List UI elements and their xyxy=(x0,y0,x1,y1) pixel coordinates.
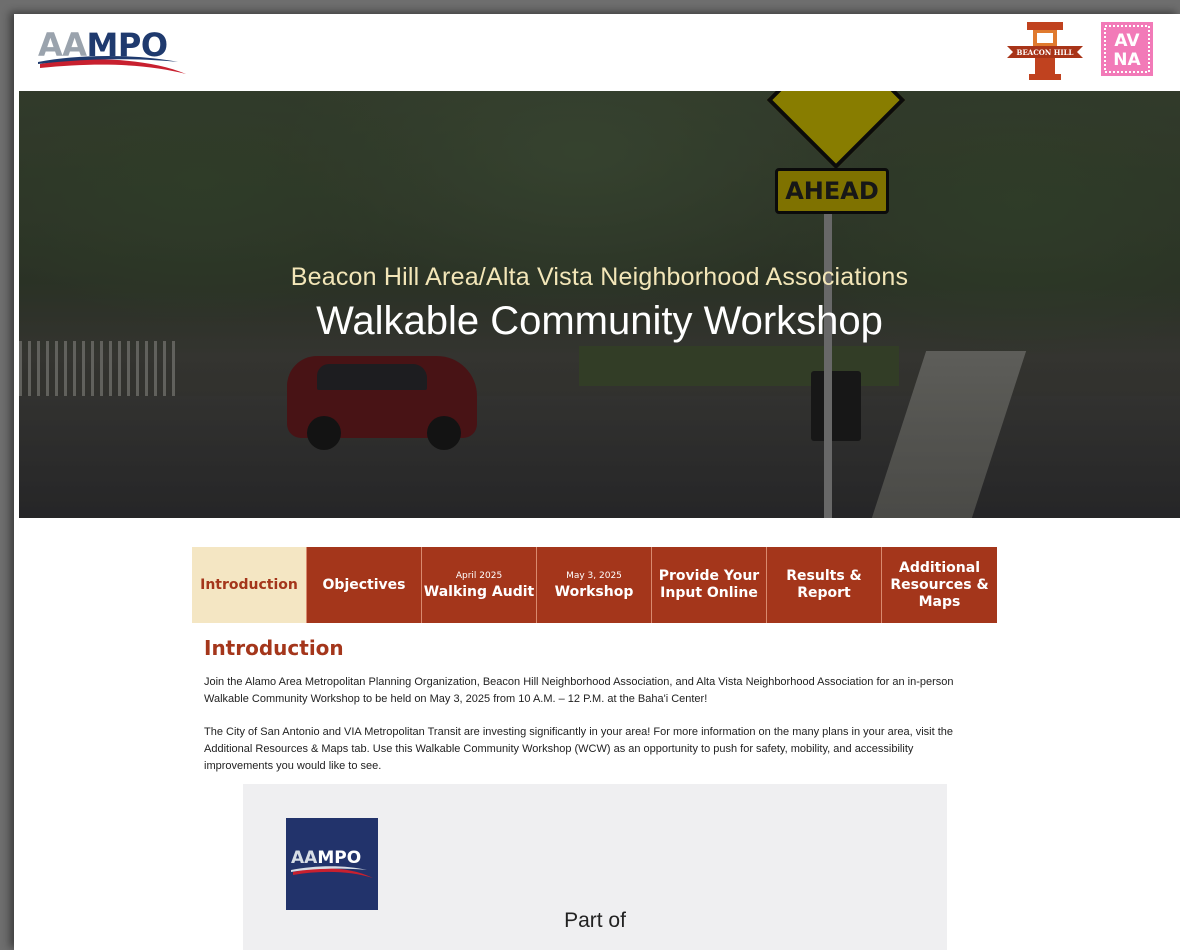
tab-introduction[interactable]: Introduction xyxy=(192,547,307,623)
tab-label: Objectives xyxy=(322,576,406,593)
aampo-swoosh-icon xyxy=(38,56,186,74)
part-of-card: AAMPO Part of xyxy=(243,784,947,950)
aampo-card-swoosh-icon xyxy=(291,866,373,878)
beacon-hill-logo[interactable]: BEACON HILL xyxy=(1005,20,1085,82)
tab-date: May 3, 2025 xyxy=(566,570,622,581)
avna-logo-line2: NA xyxy=(1113,50,1141,70)
beacon-hill-emblem-icon: BEACON HILL xyxy=(1007,22,1083,80)
tab-label: Provide Your Input Online xyxy=(658,568,760,601)
avna-papel-picado-icon: AV NA xyxy=(1101,22,1153,76)
tab-workshop[interactable]: May 3, 2025 Workshop xyxy=(537,547,652,623)
section-heading: Introduction xyxy=(204,636,344,660)
tab-additional-resources-maps[interactable]: Additional Resources & Maps xyxy=(882,547,997,623)
tab-label: Walking Audit xyxy=(423,583,535,600)
section-tabs: Introduction Objectives April 2025 Walki… xyxy=(192,547,998,623)
aampo-card-logo[interactable]: AAMPO xyxy=(286,818,378,910)
tab-provide-input-online[interactable]: Provide Your Input Online xyxy=(652,547,767,623)
tab-label: Workshop xyxy=(554,583,634,600)
beacon-hill-logo-text: BEACON HILL xyxy=(1017,48,1074,57)
tab-walking-audit[interactable]: April 2025 Walking Audit xyxy=(422,547,537,623)
intro-paragraph-1: Join the Alamo Area Metropolitan Plannin… xyxy=(204,676,954,705)
aampo-logo[interactable]: AAMPO xyxy=(38,26,188,78)
browser-page: AAMPO BEACON HILL AV NA AHEAD Beacon Hil… xyxy=(14,14,1180,950)
part-of-text: Part of xyxy=(564,909,626,932)
tab-objectives[interactable]: Objectives xyxy=(307,547,422,623)
tab-label: Results & Report xyxy=(786,568,862,601)
tab-label: Additional Resources & Maps xyxy=(890,559,989,610)
avna-logo[interactable]: AV NA xyxy=(1101,22,1153,76)
hero-banner: AHEAD Beacon Hill Area/Alta Vista Neighb… xyxy=(19,91,1180,518)
tab-results-report[interactable]: Results & Report xyxy=(767,547,882,623)
tab-label: Introduction xyxy=(200,576,298,593)
avna-logo-line1: AV xyxy=(1114,31,1140,51)
tab-date: April 2025 xyxy=(455,570,503,581)
hero-title: Walkable Community Workshop xyxy=(316,299,883,343)
hero-subtitle: Beacon Hill Area/Alta Vista Neighborhood… xyxy=(290,263,909,291)
site-header: AAMPO BEACON HILL AV NA xyxy=(14,14,1180,91)
intro-paragraph-2: The City of San Antonio and VIA Metropol… xyxy=(204,726,953,772)
